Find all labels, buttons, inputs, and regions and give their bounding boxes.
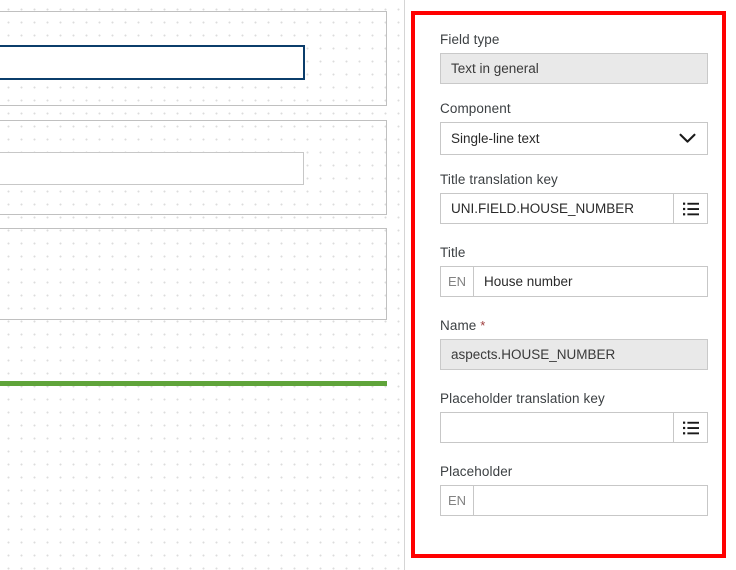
- placeholder-translation-key-label: Placeholder translation key: [440, 391, 605, 406]
- panel-divider: [404, 0, 405, 570]
- list-picker-icon[interactable]: [673, 413, 707, 442]
- component-value: Single-line text: [451, 131, 540, 146]
- title-translation-key-label: Title translation key: [440, 172, 558, 187]
- form-designer-canvas[interactable]: [0, 0, 404, 570]
- required-marker: *: [480, 318, 486, 333]
- property-placeholder: Placeholder EN: [440, 463, 708, 516]
- canvas-field[interactable]: [0, 152, 304, 185]
- title-label: Title: [440, 245, 466, 260]
- chevron-down-icon: [676, 128, 698, 150]
- title-translation-key-value: UNI.FIELD.HOUSE_NUMBER: [451, 201, 635, 216]
- drop-target-indicator: [0, 381, 387, 386]
- property-name: Name * aspects.HOUSE_NUMBER: [440, 317, 708, 370]
- form-row-card[interactable]: [0, 228, 387, 320]
- field-type-input: Text in general: [440, 53, 708, 84]
- component-select[interactable]: Single-line text: [440, 122, 708, 155]
- name-input: aspects.HOUSE_NUMBER: [440, 339, 708, 370]
- property-field-type: Field type Text in general: [440, 31, 708, 84]
- canvas-field-selected[interactable]: [0, 45, 305, 80]
- name-value: aspects.HOUSE_NUMBER: [451, 347, 616, 362]
- property-placeholder-translation-key: Placeholder translation key: [440, 390, 708, 443]
- placeholder-locale-tag: EN: [441, 486, 474, 515]
- field-properties-panel: Field type Text in general Component Sin…: [411, 11, 726, 558]
- title-field[interactable]: EN House number: [440, 266, 708, 297]
- property-title: Title EN House number: [440, 244, 708, 297]
- field-type-label: Field type: [440, 32, 500, 47]
- placeholder-translation-key-field[interactable]: [440, 412, 708, 443]
- component-label: Component: [440, 101, 511, 116]
- property-component: Component Single-line text: [440, 100, 708, 155]
- field-type-value: Text in general: [451, 61, 539, 76]
- property-title-translation-key: Title translation key UNI.FIELD.HOUSE_NU…: [440, 171, 708, 224]
- name-label-text: Name: [440, 318, 477, 333]
- title-value: House number: [484, 274, 573, 289]
- title-locale-tag: EN: [441, 267, 474, 296]
- placeholder-label: Placeholder: [440, 464, 513, 479]
- title-translation-key-field[interactable]: UNI.FIELD.HOUSE_NUMBER: [440, 193, 708, 224]
- list-picker-icon[interactable]: [673, 194, 707, 223]
- placeholder-field[interactable]: EN: [440, 485, 708, 516]
- name-label: Name *: [440, 317, 708, 334]
